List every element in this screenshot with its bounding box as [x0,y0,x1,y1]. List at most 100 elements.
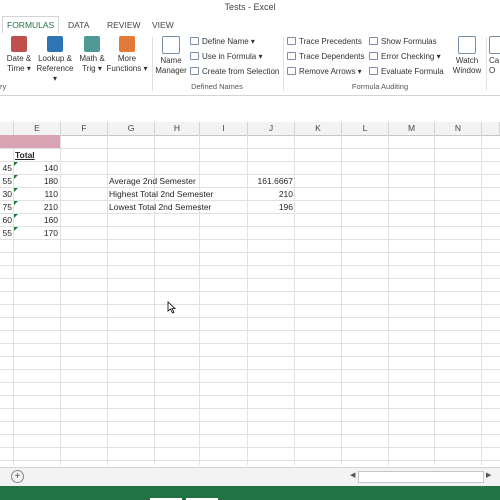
gridline [481,135,482,465]
error-indicator-icon[interactable] [14,175,18,179]
lookup-reference-button[interactable]: Lookup & Reference ▾ [34,36,76,84]
trace-dependents-button[interactable]: Trace Dependents [287,51,365,63]
column-headers: E F G H I J K L M N [0,122,500,136]
ribbon-separator [486,37,487,91]
scroll-right-icon[interactable]: ▶ [486,471,494,481]
gridline [0,369,500,370]
stat-value-cell[interactable]: 210 [248,188,293,201]
gridline [0,252,500,253]
column-header-e[interactable]: E [14,122,61,135]
column-header-o[interactable] [482,122,500,135]
d-value-cell[interactable]: 30 [0,188,12,201]
worksheet-grid[interactable]: Total 45 55 30 75 60 55 140 180 110 210 … [0,135,500,465]
gridline [0,356,500,357]
ribbon: Date & Time ▾ Lookup & Reference ▾ Math … [0,33,500,96]
stat-label-cell[interactable]: Highest Total 2nd Semester [109,188,213,201]
column-header-j[interactable]: J [248,122,295,135]
evaluate-formula-button[interactable]: Evaluate Formula [369,66,444,78]
error-checking-button[interactable]: Error Checking ▾ [369,51,441,63]
column-header-d[interactable] [0,122,14,135]
gridline [341,135,342,465]
use-in-formula-icon [190,52,199,60]
use-in-formula-button[interactable]: Use in Formula ▾ [190,51,262,63]
total-value-cell[interactable]: 180 [14,175,58,188]
total-value-cell[interactable]: 140 [14,162,58,175]
column-header-l[interactable]: L [342,122,389,135]
math-trig-button[interactable]: Math & Trig ▾ [76,36,108,74]
error-indicator-icon[interactable] [14,227,18,231]
remove-arrows-button[interactable]: Remove Arrows ▾ [287,66,362,78]
header-fill-cell[interactable] [0,135,60,148]
more-functions-icon [119,36,135,52]
tab-data[interactable]: DATA [64,18,93,32]
gridline [0,317,500,318]
define-name-button[interactable]: Define Name ▾ [190,36,255,48]
gridline [0,382,500,383]
define-name-icon [190,37,199,45]
add-sheet-icon[interactable]: + [11,470,24,483]
d-value-cell[interactable]: 45 [0,162,12,175]
total-header-cell[interactable]: Total [15,149,35,162]
column-header-h[interactable]: H [155,122,200,135]
create-from-selection-button[interactable]: Create from Selection [190,66,279,78]
total-value-cell[interactable]: 170 [14,227,58,240]
date-time-icon [11,36,27,52]
d-value-cell[interactable]: 60 [0,214,12,227]
d-value-cell[interactable]: 75 [0,201,12,214]
horizontal-scrollbar[interactable] [358,471,484,483]
stat-value-cell[interactable]: 161.6667 [248,175,293,188]
column-header-f[interactable]: F [61,122,108,135]
error-indicator-icon[interactable] [14,162,18,166]
gridline [0,434,500,435]
more-functions-button[interactable]: More Functions ▾ [106,36,148,74]
error-indicator-icon[interactable] [14,188,18,192]
gridline [0,447,500,448]
evaluate-formula-icon [369,67,378,75]
tab-view[interactable]: VIEW [148,18,178,32]
ribbon-separator [152,37,153,91]
trace-precedents-button[interactable]: Trace Precedents [287,36,362,48]
name-manager-button[interactable]: Name Manager [154,36,188,76]
show-formulas-button[interactable]: Show Formulas [369,36,437,48]
gridline [0,421,500,422]
total-value-cell[interactable]: 160 [14,214,58,227]
watch-window-button[interactable]: Watch Window [451,36,483,76]
defined-names-group-label: Defined Names [191,82,243,91]
gridline [0,278,500,279]
ribbon-separator [283,37,284,91]
error-indicator-icon[interactable] [14,201,18,205]
column-header-i[interactable]: I [200,122,248,135]
d-value-cell[interactable]: 55 [0,175,12,188]
column-header-g[interactable]: G [108,122,155,135]
remove-arrows-icon [287,67,296,75]
stat-label-cell[interactable]: Average 2nd Semester [109,175,196,188]
d-value-cell[interactable]: 55 [0,227,12,240]
math-trig-icon [84,36,100,52]
tab-review[interactable]: REVIEW [103,18,145,32]
stat-label-cell[interactable]: Lowest Total 2nd Semester [109,201,211,214]
gridline [0,291,500,292]
column-header-n[interactable]: N [435,122,482,135]
sheet-tab-bar: + ◀ ▶ [0,467,500,486]
gridline [0,343,500,344]
date-time-button[interactable]: Date & Time ▾ [2,36,36,74]
gridline [60,135,61,465]
total-value-cell[interactable]: 210 [14,201,58,214]
gridline [388,135,389,465]
column-header-m[interactable]: M [389,122,435,135]
column-header-k[interactable]: K [295,122,342,135]
mouse-cursor-icon [167,301,176,314]
tab-formulas[interactable]: FORMULAS [2,16,60,34]
lookup-icon [47,36,63,52]
calculation-options-button[interactable]: Ca O [489,36,500,76]
error-indicator-icon[interactable] [14,214,18,218]
scroll-left-icon[interactable]: ◀ [350,471,358,481]
gridline [0,304,500,305]
trace-dependents-icon [287,52,296,60]
gridline [0,161,500,162]
gridline [0,330,500,331]
stat-value-cell[interactable]: 196 [248,201,293,214]
trace-precedents-icon [287,37,296,45]
calculation-icon [489,36,500,54]
total-value-cell[interactable]: 110 [14,188,58,201]
